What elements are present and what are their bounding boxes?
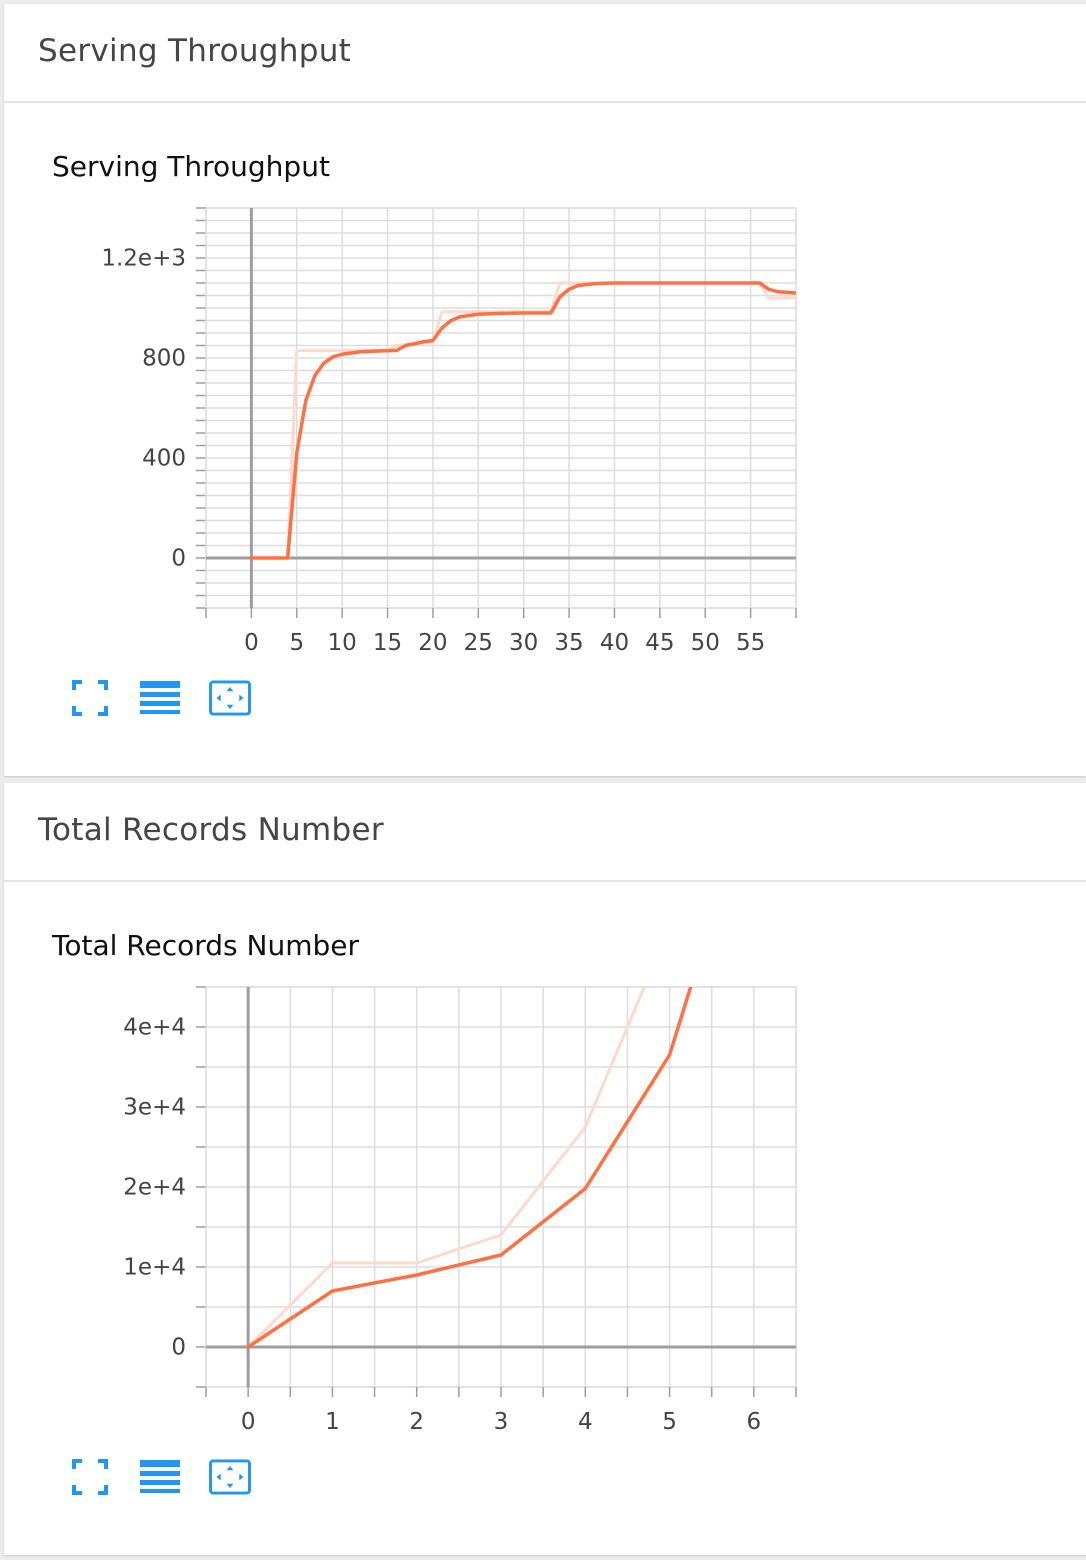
x-tick-label: 2 (409, 1409, 424, 1435)
chart-toolbar (68, 1455, 268, 1499)
fullscreen-icon[interactable] (68, 676, 112, 720)
fit-domain-icon[interactable] (208, 676, 252, 720)
card-header[interactable]: Total Records Number (4, 783, 1086, 882)
x-tick-label: 45 (645, 630, 674, 656)
fit-domain-icon[interactable] (208, 1455, 252, 1499)
x-tick-label: 4 (578, 1409, 593, 1435)
x-tick-label: 15 (373, 630, 402, 656)
y-tick-label: 1e+4 (123, 1255, 186, 1281)
card-header[interactable]: Serving Throughput (4, 4, 1086, 103)
y-tick-label: 0 (171, 1335, 186, 1361)
x-tick-label: 1 (325, 1409, 340, 1435)
x-tick-label: 25 (464, 630, 493, 656)
y-tick-label: 0 (171, 546, 186, 572)
card-title: Total Records Number (38, 812, 384, 848)
x-tick-label: 6 (747, 1409, 762, 1435)
x-tick-label: 30 (509, 630, 538, 656)
chart-title: Serving Throughput (52, 150, 330, 183)
y-tick-label: 800 (142, 346, 186, 372)
smoothed-series-line (246, 987, 693, 1349)
y-tick-label: 400 (142, 446, 186, 472)
y-tick-label: 4e+4 (123, 1015, 186, 1041)
x-tick-label: 5 (662, 1409, 677, 1435)
y-tick-label: 1.2e+3 (101, 246, 186, 272)
x-tick-label: 50 (691, 630, 720, 656)
serving-throughput-chart[interactable]: 0 400 800 1.2e+3 0 5 10 15 20 25 30 35 40 45 50 55 (4, 194, 904, 656)
chart-toolbar (68, 676, 268, 720)
total-records-card: Total Records Number Total Records Numbe… (4, 783, 1086, 1555)
x-tick-label: 5 (289, 630, 304, 656)
x-tick-label: 20 (418, 630, 447, 656)
fullscreen-icon[interactable] (68, 1455, 112, 1499)
x-tick-label: 35 (554, 630, 583, 656)
lines-icon[interactable] (136, 676, 180, 720)
x-tick-label: 55 (736, 630, 765, 656)
card-title: Serving Throughput (38, 33, 352, 69)
total-records-chart[interactable]: 0 1e+4 2e+4 3e+4 4e+4 0 1 2 3 4 5 6 (4, 973, 904, 1435)
y-tick-label: 2e+4 (123, 1175, 186, 1201)
lines-icon[interactable] (136, 1455, 180, 1499)
y-tick-label: 3e+4 (123, 1095, 186, 1121)
x-tick-label: 40 (600, 630, 629, 656)
x-tick-label: 0 (244, 630, 259, 656)
x-tick-label: 3 (494, 1409, 509, 1435)
x-tick-label: 10 (328, 630, 357, 656)
chart-title: Total Records Number (52, 929, 360, 962)
serving-throughput-card: Serving Throughput Serving Throughput 0 4… (4, 4, 1086, 776)
x-tick-label: 0 (241, 1409, 256, 1435)
